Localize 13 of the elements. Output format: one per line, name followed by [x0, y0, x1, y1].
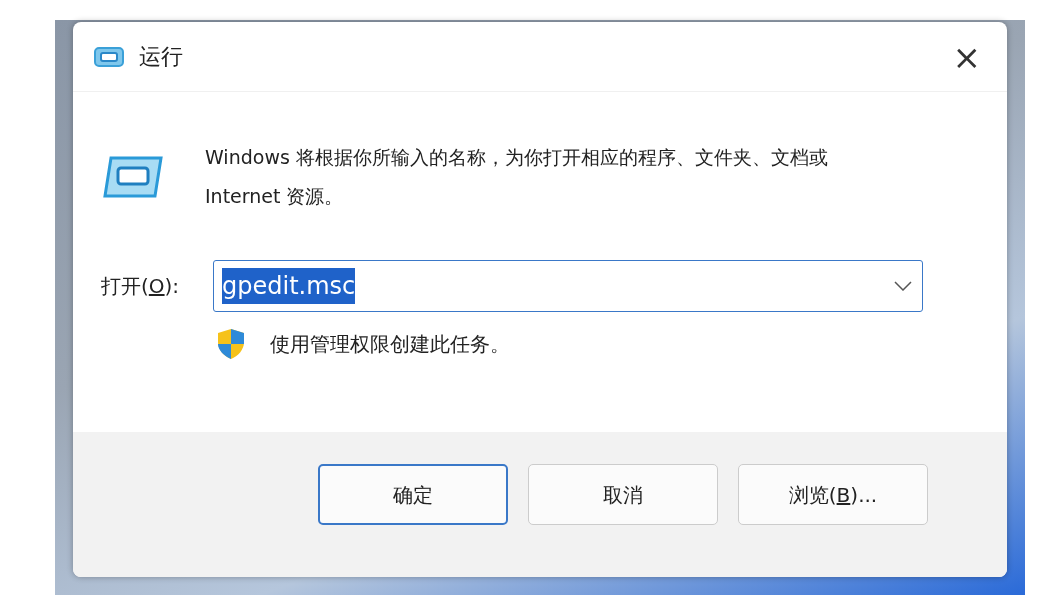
run-app-icon [101, 154, 165, 200]
dialog-button[interactable]: 取消 [528, 464, 718, 525]
dialog-button[interactable]: 确定 [318, 464, 508, 525]
chevron-down-icon[interactable] [894, 281, 912, 291]
window-title: 运行 [139, 43, 183, 71]
run-app-icon [93, 45, 125, 68]
dialog-button[interactable]: 浏览(B)... [738, 464, 928, 525]
shield-icon [216, 328, 246, 360]
close-button[interactable]: × [946, 39, 987, 74]
open-combo-field[interactable]: gpedit.msc [213, 260, 923, 312]
open-label: 打开(O): [101, 273, 181, 300]
admin-note: 使用管理权限创建此任务。 [270, 331, 510, 358]
description-text: Windows 将根据你所输入的名称，为你打开相应的程序、文件夹、文档或 Internet 资源。 [205, 145, 829, 209]
